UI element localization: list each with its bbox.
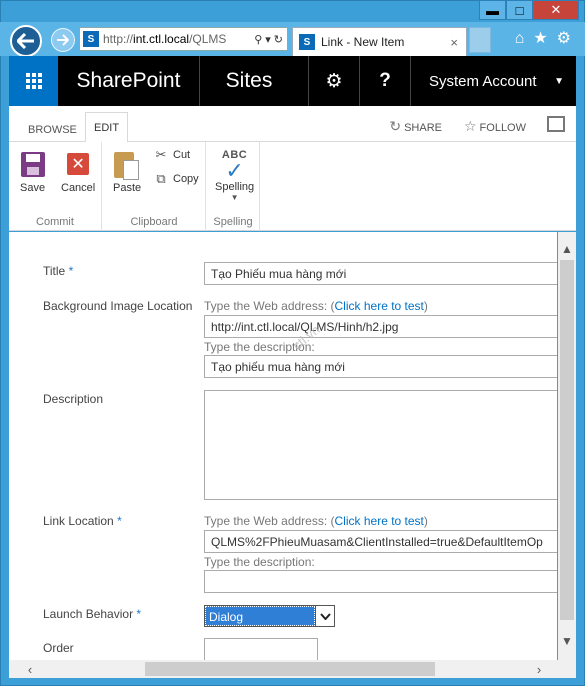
waffle-icon	[25, 73, 42, 89]
app-launcher-button[interactable]	[9, 56, 58, 106]
share-icon: ↻	[389, 118, 402, 134]
address-bar[interactable]: S http://int.ctl.local/QLMS ⚲ ▾ ↻	[79, 27, 288, 51]
title-label: Title *	[43, 264, 74, 278]
forward-arrow-icon	[57, 34, 69, 46]
new-tab-button[interactable]	[469, 27, 491, 53]
spelling-group-label: Spelling	[213, 216, 253, 228]
tab-title: Link - New Item	[321, 35, 405, 49]
follow-star-icon: ☆	[463, 118, 477, 134]
background-description-input[interactable]: Tạo phiếu mua hàng mới	[204, 355, 557, 378]
account-menu[interactable]: System Account ▼	[410, 56, 576, 106]
close-window-button[interactable]: ✕	[533, 0, 579, 20]
window-controls: ▬ □ ✕	[479, 0, 579, 21]
cancel-button[interactable]: ✕ Cancel	[61, 153, 95, 194]
link-description-hint: Type the description:	[204, 555, 315, 569]
commit-group-label: Commit	[36, 216, 74, 228]
maximize-button[interactable]: □	[506, 0, 533, 20]
commit-group: Save ✕ Cancel Commit	[9, 142, 102, 231]
title-input[interactable]: Tạo Phiếu mua hàng mới	[204, 262, 557, 285]
refresh-icon[interactable]: ↻	[274, 33, 283, 46]
background-image-url-input[interactable]: http://int.ctl.local/QLMS/Hinh/h2.jpg	[204, 315, 557, 338]
ribbon-tabs: BROWSE EDIT ↻ SHARE ☆ FOLLOW	[9, 106, 576, 143]
settings-gear-icon[interactable]: ⚙	[308, 56, 359, 106]
scroll-left-icon[interactable]: ‹	[21, 660, 39, 678]
suite-bar: SharePoint Sites ⚙ ? System Account ▼	[9, 56, 576, 106]
spelling-group: ABC ✓ Spelling ▼ Spelling	[207, 142, 260, 231]
navigation-bar: S http://int.ctl.local/QLMS ⚲ ▾ ↻ S Link…	[0, 22, 585, 57]
forward-button[interactable]	[51, 28, 75, 52]
dropdown-arrow-icon: ▼	[230, 193, 239, 202]
tools-gear-icon[interactable]: ⚙	[557, 30, 571, 48]
description-label: Description	[43, 392, 104, 406]
paste-icon	[114, 150, 140, 180]
launch-behavior-label: Launch Behavior *	[43, 607, 142, 621]
vertical-scrollbar[interactable]: ▲ ▼	[558, 232, 576, 660]
description-textarea[interactable]	[204, 390, 557, 500]
back-button[interactable]	[10, 25, 42, 57]
scroll-right-icon[interactable]: ›	[530, 660, 548, 678]
focus-on-content-icon[interactable]	[547, 116, 565, 132]
clipboard-group: Paste ✂ Cut ⧉ Copy Clipboard	[103, 142, 206, 231]
tab-browse[interactable]: BROWSE	[20, 117, 85, 142]
share-button[interactable]: ↻ SHARE	[389, 118, 442, 135]
order-input[interactable]	[204, 638, 318, 660]
paste-button[interactable]: Paste	[113, 150, 141, 194]
cancel-icon: ✕	[67, 153, 90, 175]
horizontal-scrollbar[interactable]: ‹ ›	[9, 660, 576, 678]
copy-button[interactable]: ⧉ Copy	[153, 171, 198, 187]
link-description-input[interactable]	[204, 570, 557, 593]
save-button[interactable]: Save	[20, 152, 45, 194]
minimize-button[interactable]: ▬	[479, 0, 506, 20]
chevron-down-icon	[315, 606, 334, 626]
background-image-label: Background Image Location	[43, 299, 193, 313]
test-link[interactable]: Click here to test	[335, 299, 424, 313]
sharepoint-favicon-icon: S	[299, 34, 315, 50]
link-location-label: Link Location *	[43, 514, 122, 528]
order-label: Order	[43, 641, 74, 655]
sites-link[interactable]: Sites	[200, 56, 298, 106]
horizontal-scroll-thumb[interactable]	[145, 662, 435, 676]
scissors-icon: ✂	[155, 147, 167, 162]
tab-close-icon[interactable]: ×	[450, 35, 458, 50]
back-arrow-icon	[17, 33, 34, 49]
help-icon[interactable]: ?	[359, 56, 410, 106]
sharepoint-favicon-icon: S	[83, 31, 99, 47]
test-link[interactable]: Click here to test	[335, 514, 424, 528]
follow-button[interactable]: ☆ FOLLOW	[464, 118, 526, 135]
background-image-hint: Type the Web address: (Click here to tes…	[204, 299, 428, 313]
browser-tab[interactable]: S Link - New Item ×	[292, 27, 467, 56]
home-icon[interactable]: ⌂	[515, 30, 525, 48]
ribbon-body: Save ✕ Cancel Commit Paste ✂ Cut ⧉ Copy Cl…	[9, 142, 576, 231]
vertical-scroll-thumb[interactable]	[560, 260, 574, 620]
save-icon	[20, 152, 45, 177]
scroll-up-icon[interactable]: ▲	[558, 240, 576, 258]
sharepoint-brand[interactable]: SharePoint	[58, 56, 200, 106]
scrollbar-corner	[558, 660, 576, 678]
search-icon[interactable]: ⚲	[254, 33, 262, 46]
launch-behavior-value: Dialog	[205, 606, 315, 626]
caret-down-icon: ▼	[554, 75, 564, 87]
address-url: http://int.ctl.local/QLMS	[103, 32, 227, 46]
link-location-hint: Type the Web address: (Click here to tes…	[204, 514, 428, 528]
cut-button[interactable]: ✂ Cut	[153, 147, 191, 163]
new-item-form: Title * Tạo Phiếu mua hàng mới Backgroun…	[9, 232, 557, 660]
spell-check-icon: ABC ✓	[221, 149, 248, 183]
scroll-down-icon[interactable]: ▼	[558, 632, 576, 650]
tab-edit[interactable]: EDIT	[85, 112, 129, 143]
favorites-star-icon[interactable]: ★	[533, 30, 547, 48]
launch-behavior-select[interactable]: Dialog	[204, 605, 335, 627]
copy-icon: ⧉	[156, 171, 166, 186]
clipboard-group-label: Clipboard	[130, 216, 178, 228]
spelling-button[interactable]: ABC ✓ Spelling ▼	[215, 149, 254, 202]
account-name: System Account	[429, 72, 537, 90]
dropdown-icon[interactable]: ▾	[265, 33, 271, 46]
link-url-input[interactable]: QLMS%2FPhieuMuasam&ClientInstalled=true&…	[204, 530, 557, 553]
